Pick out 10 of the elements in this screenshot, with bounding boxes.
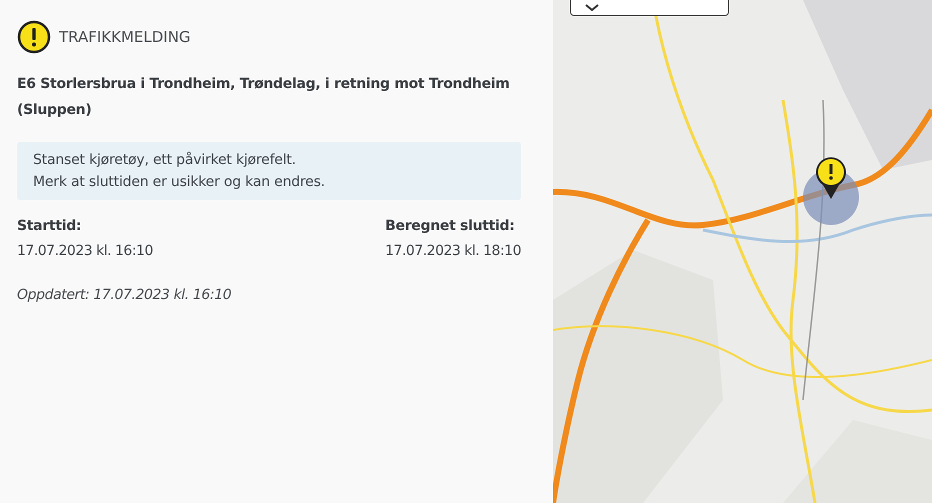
time-value: 17.07.2023 kl. 18:10 xyxy=(385,243,521,259)
time-label: Beregnet sluttid: xyxy=(385,218,516,234)
time-value: 17.07.2023 kl. 16:10 xyxy=(17,243,153,259)
category-label: TRAFIKKMELDING xyxy=(59,28,191,46)
message-title: E6 Storlersbrua i Trondheim, Trøndelag, i retning mot Trondheim (Sluppen) xyxy=(17,75,511,120)
warning-icon xyxy=(17,20,51,54)
info-text: Merk at sluttiden er usikker og kan endres. xyxy=(33,174,326,190)
updated-text: Oppdatert: 17.07.2023 kl. 16:10 xyxy=(17,287,232,303)
info-text: Stanset kjøretøy, ett påvirket kjørefelt. xyxy=(33,152,297,168)
time-label: Starttid: xyxy=(17,218,82,234)
